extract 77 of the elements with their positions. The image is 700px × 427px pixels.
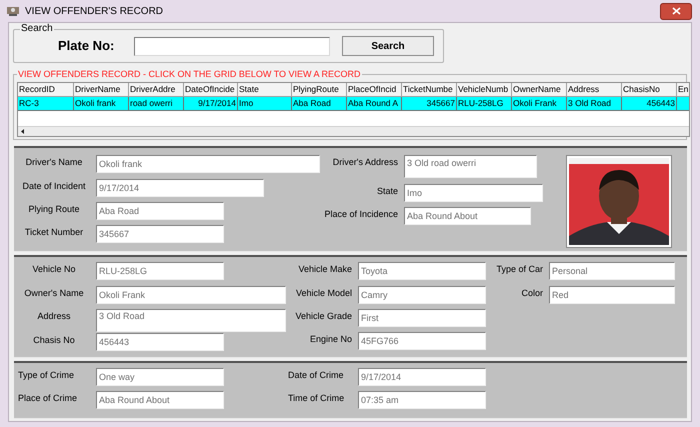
table-cell: RC-3: [18, 97, 74, 111]
table-cell: 9/17/2014: [184, 97, 238, 111]
text-field[interactable]: One way: [96, 368, 224, 386]
column-header[interactable]: DriverAddre: [129, 83, 184, 97]
text-field[interactable]: 45FG766: [358, 332, 486, 350]
table-cell: road owerri: [129, 97, 184, 111]
column-header[interactable]: PlyingRoute: [292, 83, 347, 97]
field-label: Type of Car: [495, 263, 543, 275]
field-label: Time of Crime: [288, 392, 346, 404]
field-label: Color: [520, 287, 543, 299]
table-cell: RLU-258LG: [457, 97, 512, 111]
text-field[interactable]: Imo: [404, 184, 543, 202]
text-field[interactable]: 345667: [96, 225, 224, 243]
text-field[interactable]: Aba Round About: [404, 207, 531, 225]
field-label: Vehicle Model: [294, 287, 352, 299]
column-header[interactable]: VehicleNumb: [457, 83, 512, 97]
column-header[interactable]: State: [238, 83, 292, 97]
field-label: Driver's Name: [24, 156, 84, 168]
column-header[interactable]: DateOfIncide: [184, 83, 238, 97]
table-cell: 345667: [402, 97, 457, 111]
column-header[interactable]: Address: [567, 83, 622, 97]
text-field[interactable]: 9/17/2014: [96, 179, 264, 197]
table-cell: Okoli Frank: [512, 97, 567, 111]
table-cell: 3 Old Road: [567, 97, 622, 111]
text-field[interactable]: 9/17/2014: [358, 368, 486, 386]
text-field[interactable]: Aba Road: [96, 202, 224, 220]
field-label: Ticket Number: [24, 226, 84, 238]
table-cell: Okoli frank: [74, 97, 129, 111]
field-label: Driver's Address: [332, 156, 398, 168]
field-label: Vehicle No: [31, 263, 77, 275]
field-label: Owner's Name: [23, 286, 85, 299]
text-field[interactable]: First: [358, 309, 486, 327]
horizontal-scrollbar[interactable]: [18, 126, 689, 136]
close-button[interactable]: [660, 2, 692, 20]
column-header[interactable]: DriverName: [74, 83, 129, 97]
column-header[interactable]: ChasisNo: [622, 83, 677, 97]
text-field[interactable]: Personal: [549, 262, 675, 280]
search-button[interactable]: Search: [342, 36, 434, 56]
plate-input[interactable]: [134, 36, 330, 56]
field-label: Place of Incidence: [323, 208, 398, 220]
text-field[interactable]: Toyota: [358, 262, 486, 280]
field-label: State: [376, 185, 398, 197]
field-label: Date of Incident: [21, 180, 87, 192]
grid-row[interactable]: RC-3 Okoli frank road owerri 9/17/2014 Imo Aba Road Aba Round A 345667 RLU-258LG Okoli Frank 3 Old Road 456443: [18, 97, 689, 111]
column-header[interactable]: OwnerName: [512, 83, 567, 97]
text-field[interactable]: Okoli frank: [96, 155, 320, 173]
field-label: Date of Crime: [288, 369, 345, 381]
field-label: Vehicle Make: [297, 263, 352, 275]
table-cell: Aba Road: [292, 97, 347, 111]
column-header[interactable]: En: [677, 83, 689, 97]
text-field[interactable]: Aba Round About: [96, 391, 224, 409]
text-field[interactable]: 07:35 am: [358, 391, 486, 409]
text-field[interactable]: RLU-258LG: [96, 262, 224, 280]
column-header[interactable]: PlaceOfIncid: [347, 83, 402, 97]
field-label: Engine No: [308, 333, 352, 345]
text-field[interactable]: 3 Old road owerri: [404, 155, 537, 178]
field-label: Place of Crime: [18, 392, 78, 404]
table-cell: Aba Round A: [347, 97, 402, 111]
text-field[interactable]: Okoli Frank: [96, 286, 286, 304]
field-label: Type of Crime: [18, 369, 76, 381]
grid-caption: VIEW OFFENDERS RECORD - CLICK ON THE GRID BELOW TO VIEW A RECORD: [17, 68, 362, 80]
text-field[interactable]: Camry: [358, 286, 486, 304]
text-field[interactable]: Red: [549, 286, 675, 304]
app-icon: [6, 5, 20, 17]
text-field[interactable]: 3 Old Road: [96, 308, 286, 332]
field-label: Vehicle Grade: [294, 310, 352, 322]
field-label: Plate No:: [58, 37, 116, 56]
text-field[interactable]: 456443: [96, 333, 224, 352]
field-label: Chasis No: [32, 334, 76, 346]
table-cell: Imo: [238, 97, 292, 111]
column-header[interactable]: RecordID: [18, 83, 74, 97]
close-icon: [672, 7, 680, 15]
field-label: Plying Route: [27, 203, 81, 215]
column-header[interactable]: TicketNumbe: [402, 83, 457, 97]
table-cell: 456443: [622, 97, 677, 111]
window-title: VIEW OFFENDER'S RECORD: [25, 4, 164, 18]
field-label: Address: [36, 310, 72, 322]
